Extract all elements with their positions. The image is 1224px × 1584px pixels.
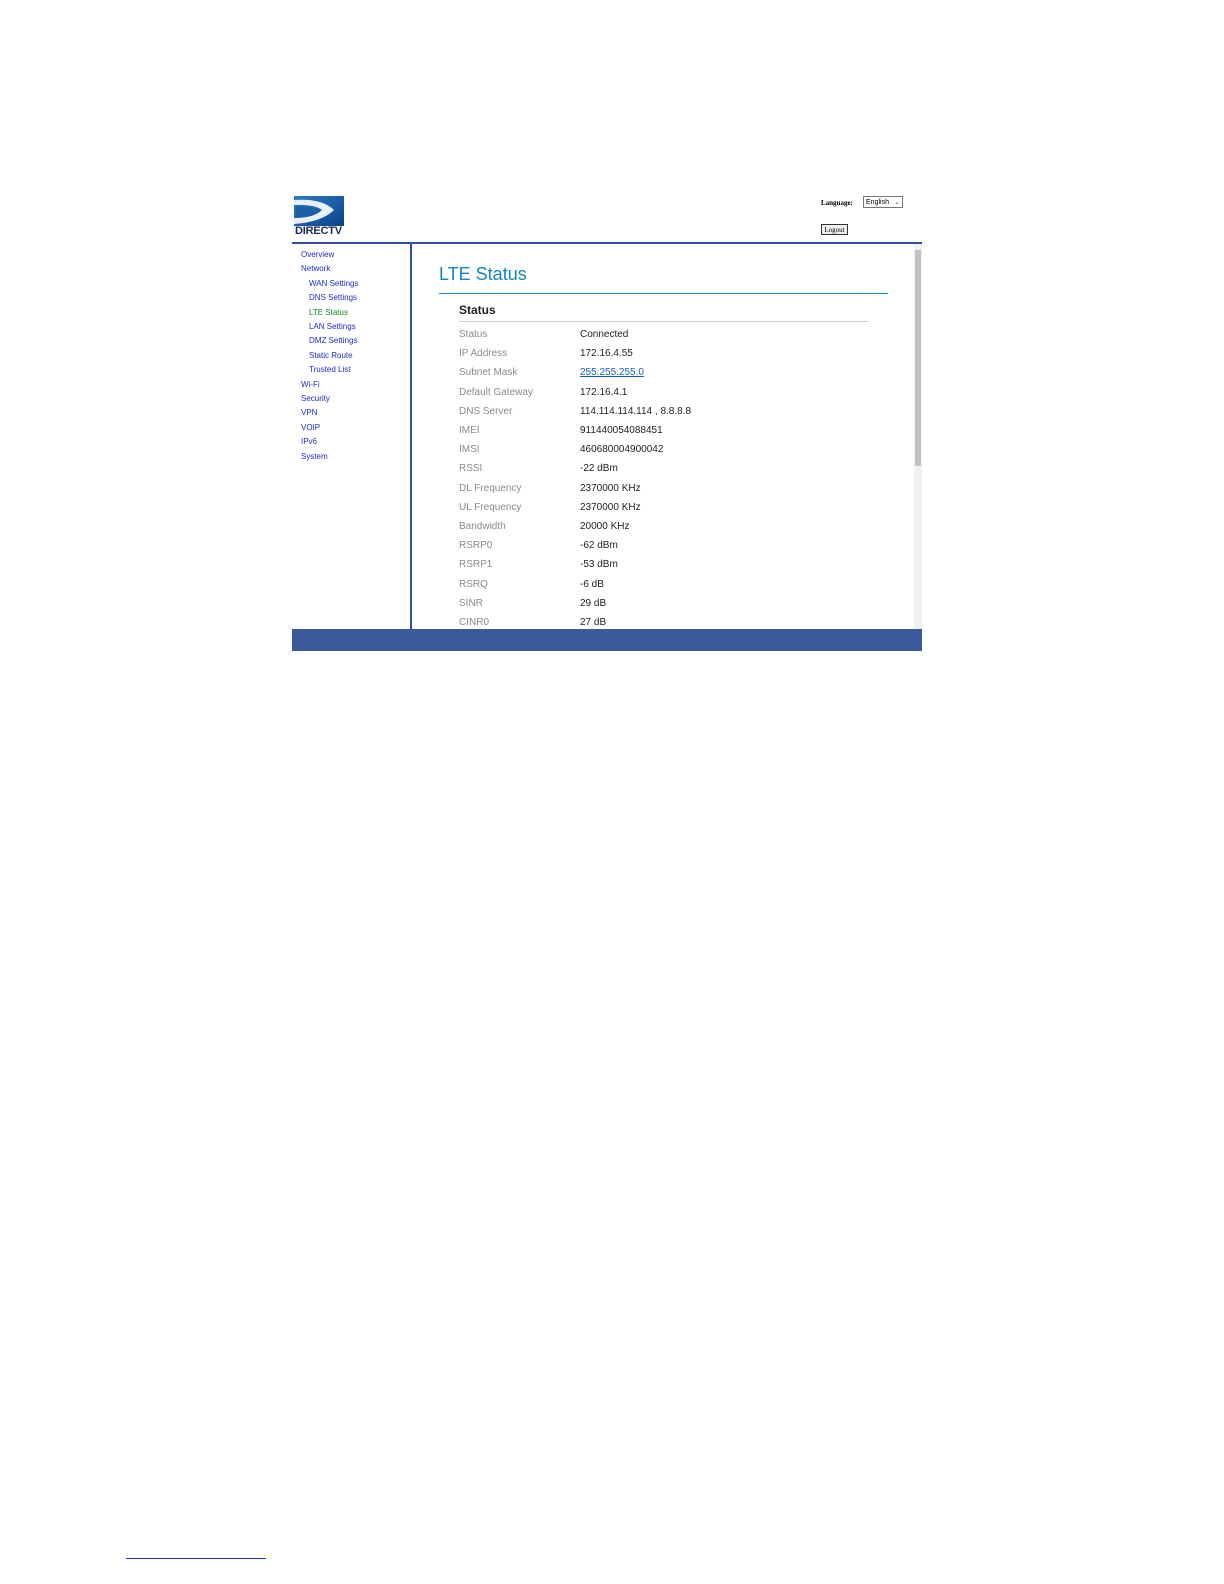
status-row-label: DNS Server bbox=[459, 405, 513, 417]
sidebar-item-static-route[interactable]: Static Route bbox=[309, 351, 353, 360]
status-row-label: CINR0 bbox=[459, 617, 490, 628]
sidebar-item-lan-settings[interactable]: LAN Settings bbox=[309, 322, 356, 331]
status-row-value: 172.16.4.1 bbox=[580, 386, 628, 398]
status-row-label: IMEI bbox=[459, 425, 480, 436]
sidebar-item-trusted-list[interactable]: Trusted List bbox=[309, 365, 351, 374]
vertical-scrollbar[interactable] bbox=[914, 244, 922, 629]
status-row-label: RSSI bbox=[459, 463, 483, 475]
status-row-value: Connected bbox=[580, 329, 629, 340]
status-row-value: 20000 KHz bbox=[580, 521, 630, 532]
status-row-label: Status bbox=[459, 329, 488, 340]
sidebar-item-wan-settings[interactable]: WAN Settings bbox=[309, 279, 359, 288]
language-selected-value: English bbox=[866, 199, 889, 206]
logout-button[interactable]: Logout bbox=[821, 224, 848, 235]
status-row-label: DL Frequency bbox=[459, 482, 522, 494]
language-select[interactable]: English ⌄ bbox=[863, 196, 903, 208]
section-divider bbox=[459, 321, 868, 322]
status-row-label: RSRP0 bbox=[459, 540, 493, 552]
logo-text: DIRECTV bbox=[295, 225, 342, 237]
status-row-value: -53 dBm bbox=[580, 559, 618, 571]
title-divider bbox=[439, 293, 888, 294]
status-row-value: 27 dB bbox=[580, 617, 607, 628]
sidebar-item-vpn[interactable]: VPN bbox=[301, 408, 317, 417]
footer-bar bbox=[292, 629, 922, 651]
directv-logo: DIRECTV bbox=[294, 196, 344, 238]
status-row-value: -22 dBm bbox=[580, 463, 618, 475]
status-row-value: 172.16.4.55 bbox=[580, 348, 633, 360]
sidebar-item-ipv6[interactable]: IPv6 bbox=[301, 437, 317, 446]
scrollbar-thumb[interactable] bbox=[915, 250, 921, 466]
footnote-divider bbox=[126, 1558, 266, 1559]
status-row-value: -6 dB bbox=[580, 578, 604, 590]
status-row-value-link[interactable]: 255.255.255.0 bbox=[580, 367, 644, 378]
sidebar-item-dmz-settings[interactable]: DMZ Settings bbox=[309, 336, 357, 345]
status-row-label: RSRQ bbox=[459, 578, 488, 590]
sidebar-item-wi-fi[interactable]: Wi-Fi bbox=[301, 380, 320, 389]
directv-logo-icon bbox=[294, 196, 344, 226]
status-row-value: 2370000 KHz bbox=[580, 501, 641, 513]
main-content: LTE Status Status Status Connected IP Addr… bbox=[412, 244, 914, 629]
language-label: Language: bbox=[821, 199, 853, 207]
sidebar-item-voip[interactable]: VOIP bbox=[301, 423, 320, 432]
sidebar-item-dns-settings[interactable]: DNS Settings bbox=[309, 293, 357, 302]
status-row-label: Default Gateway bbox=[459, 386, 533, 398]
status-row-value: 29 dB bbox=[580, 597, 607, 609]
section-title: Status bbox=[459, 303, 496, 317]
sidebar-item-network[interactable]: Network bbox=[301, 264, 330, 273]
sidebar-item-overview[interactable]: Overview bbox=[301, 250, 334, 259]
sidebar-item-security[interactable]: Security bbox=[301, 394, 330, 403]
page-title: LTE Status bbox=[439, 264, 527, 284]
status-row-label: Bandwidth bbox=[459, 521, 506, 532]
status-row-label: IMSI bbox=[459, 444, 480, 456]
sidebar-item-system[interactable]: System bbox=[301, 452, 328, 461]
status-row-value: 114.114.114.114 , 8.8.8.8 bbox=[580, 405, 692, 417]
router-admin-window: DIRECTV Language: English ⌄ Logout Overv… bbox=[292, 190, 922, 651]
sidebar-item-lte-status[interactable]: LTE Status bbox=[309, 308, 348, 317]
status-row-value: 911440054088451 bbox=[580, 425, 663, 436]
status-row-value: 2370000 KHz bbox=[580, 482, 641, 494]
status-row-label: IP Address bbox=[459, 348, 508, 360]
status-row-value: 460680004900042 bbox=[580, 444, 664, 456]
status-row-label: RSRP1 bbox=[459, 559, 493, 571]
chevron-down-icon: ⌄ bbox=[894, 199, 900, 206]
status-row-label: UL Frequency bbox=[459, 501, 522, 513]
sidebar-nav: Overview Network WAN Settings DNS Settings L… bbox=[292, 244, 410, 629]
status-row-label: SINR bbox=[459, 597, 483, 609]
status-row-label: Subnet Mask bbox=[459, 367, 518, 379]
status-row-value: -62 dBm bbox=[580, 540, 618, 552]
